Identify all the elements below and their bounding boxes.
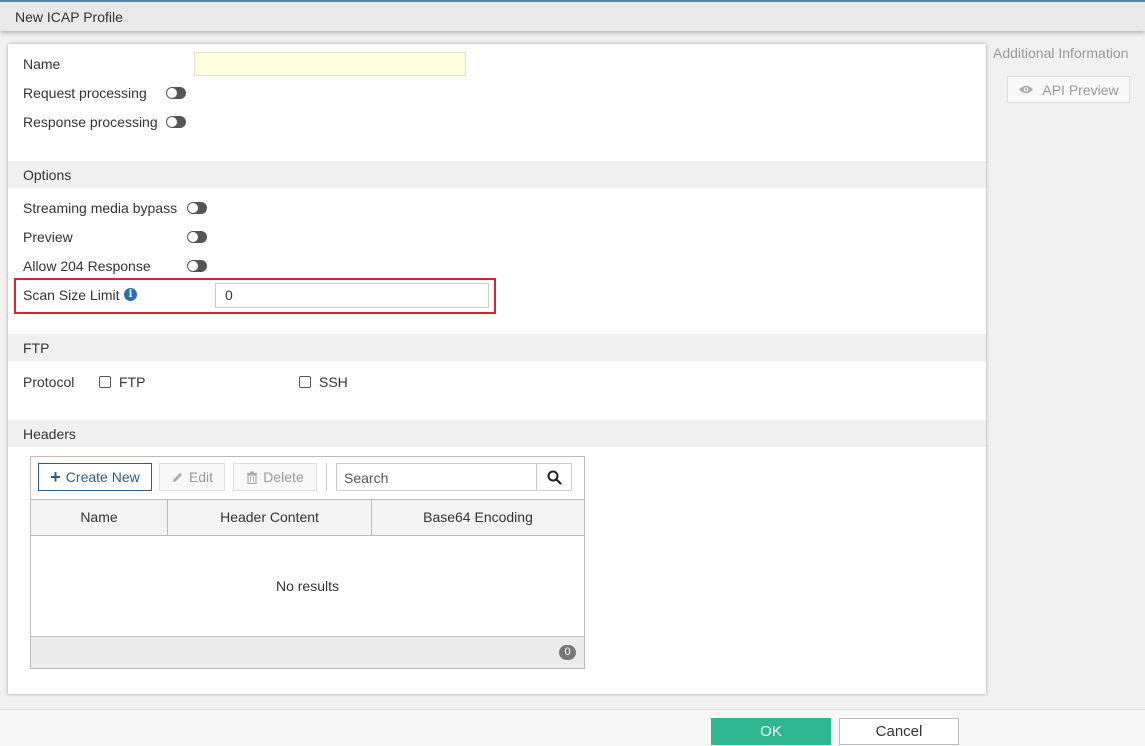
dialog-footer: OK Cancel [0,709,1145,746]
search-input[interactable]: Search [344,470,388,486]
ftp-section-title: FTP [23,340,50,356]
api-preview-button[interactable]: API Preview [1007,76,1130,103]
ftp-checkbox[interactable] [99,376,111,388]
edit-label: Edit [188,469,214,485]
plus-icon: + [50,467,61,487]
options-section-header: Options [8,161,986,188]
toolbar-divider [326,463,327,491]
scan-size-limit-input[interactable]: 0 [215,283,489,308]
api-preview-label: API Preview [1042,81,1119,98]
protocol-label: Protocol [23,374,75,390]
response-processing-label: Response processing [23,114,158,130]
ftp-section-header: FTP [8,334,986,361]
ssh-checkbox-label[interactable]: SSH [319,374,348,390]
headers-section-header: Headers [8,420,986,447]
column-header-content[interactable]: Header Content [168,500,372,535]
headers-table: + Create New Edit Delete Search Name Hea… [30,456,585,669]
trash-icon [247,471,258,484]
streaming-media-bypass-toggle[interactable] [187,202,207,214]
column-name[interactable]: Name [31,500,168,535]
ok-button[interactable]: OK [711,718,831,745]
info-icon[interactable]: i [124,288,137,301]
preview-toggle[interactable] [187,231,207,243]
additional-info-title: Additional Information [993,45,1129,61]
preview-label: Preview [23,229,73,245]
eye-icon [1019,85,1034,94]
search-box[interactable]: Search [336,463,572,491]
create-new-button[interactable]: + Create New [38,463,152,491]
ftp-checkbox-label[interactable]: FTP [119,374,145,390]
options-section-title: Options [23,167,72,183]
dialog-title: New ICAP Profile [15,9,123,25]
ssh-checkbox[interactable] [299,376,311,388]
request-processing-toggle[interactable] [166,87,186,99]
delete-label: Delete [263,469,304,485]
allow-204-response-toggle[interactable] [187,260,207,272]
headers-toolbar: + Create New Edit Delete Search [31,457,584,499]
pencil-icon [172,472,182,482]
response-processing-toggle[interactable] [166,116,186,128]
create-new-label: Create New [65,469,140,485]
scan-size-limit-label: Scan Size Limit [23,287,120,303]
name-input[interactable] [194,52,466,76]
headers-section-title: Headers [23,426,76,442]
streaming-media-bypass-label: Streaming media bypass [23,200,178,216]
form-panel: Name Request processing Response process… [8,44,986,694]
delete-button[interactable]: Delete [233,463,317,491]
search-button[interactable] [536,464,571,490]
table-header-row: Name Header Content Base64 Encoding [31,499,584,536]
search-icon [547,470,562,485]
edit-button[interactable]: Edit [159,463,225,491]
cancel-button[interactable]: Cancel [839,718,959,745]
result-count-badge: 0 [559,645,576,660]
name-label: Name [23,56,61,72]
column-base64-encoding[interactable]: Base64 Encoding [372,500,584,535]
dialog-titlebar: New ICAP Profile [0,0,1145,31]
request-processing-label: Request processing [23,85,147,101]
allow-204-response-label: Allow 204 Response [23,258,151,274]
table-footer: 0 [31,636,584,668]
empty-state-text: No results [275,578,340,594]
